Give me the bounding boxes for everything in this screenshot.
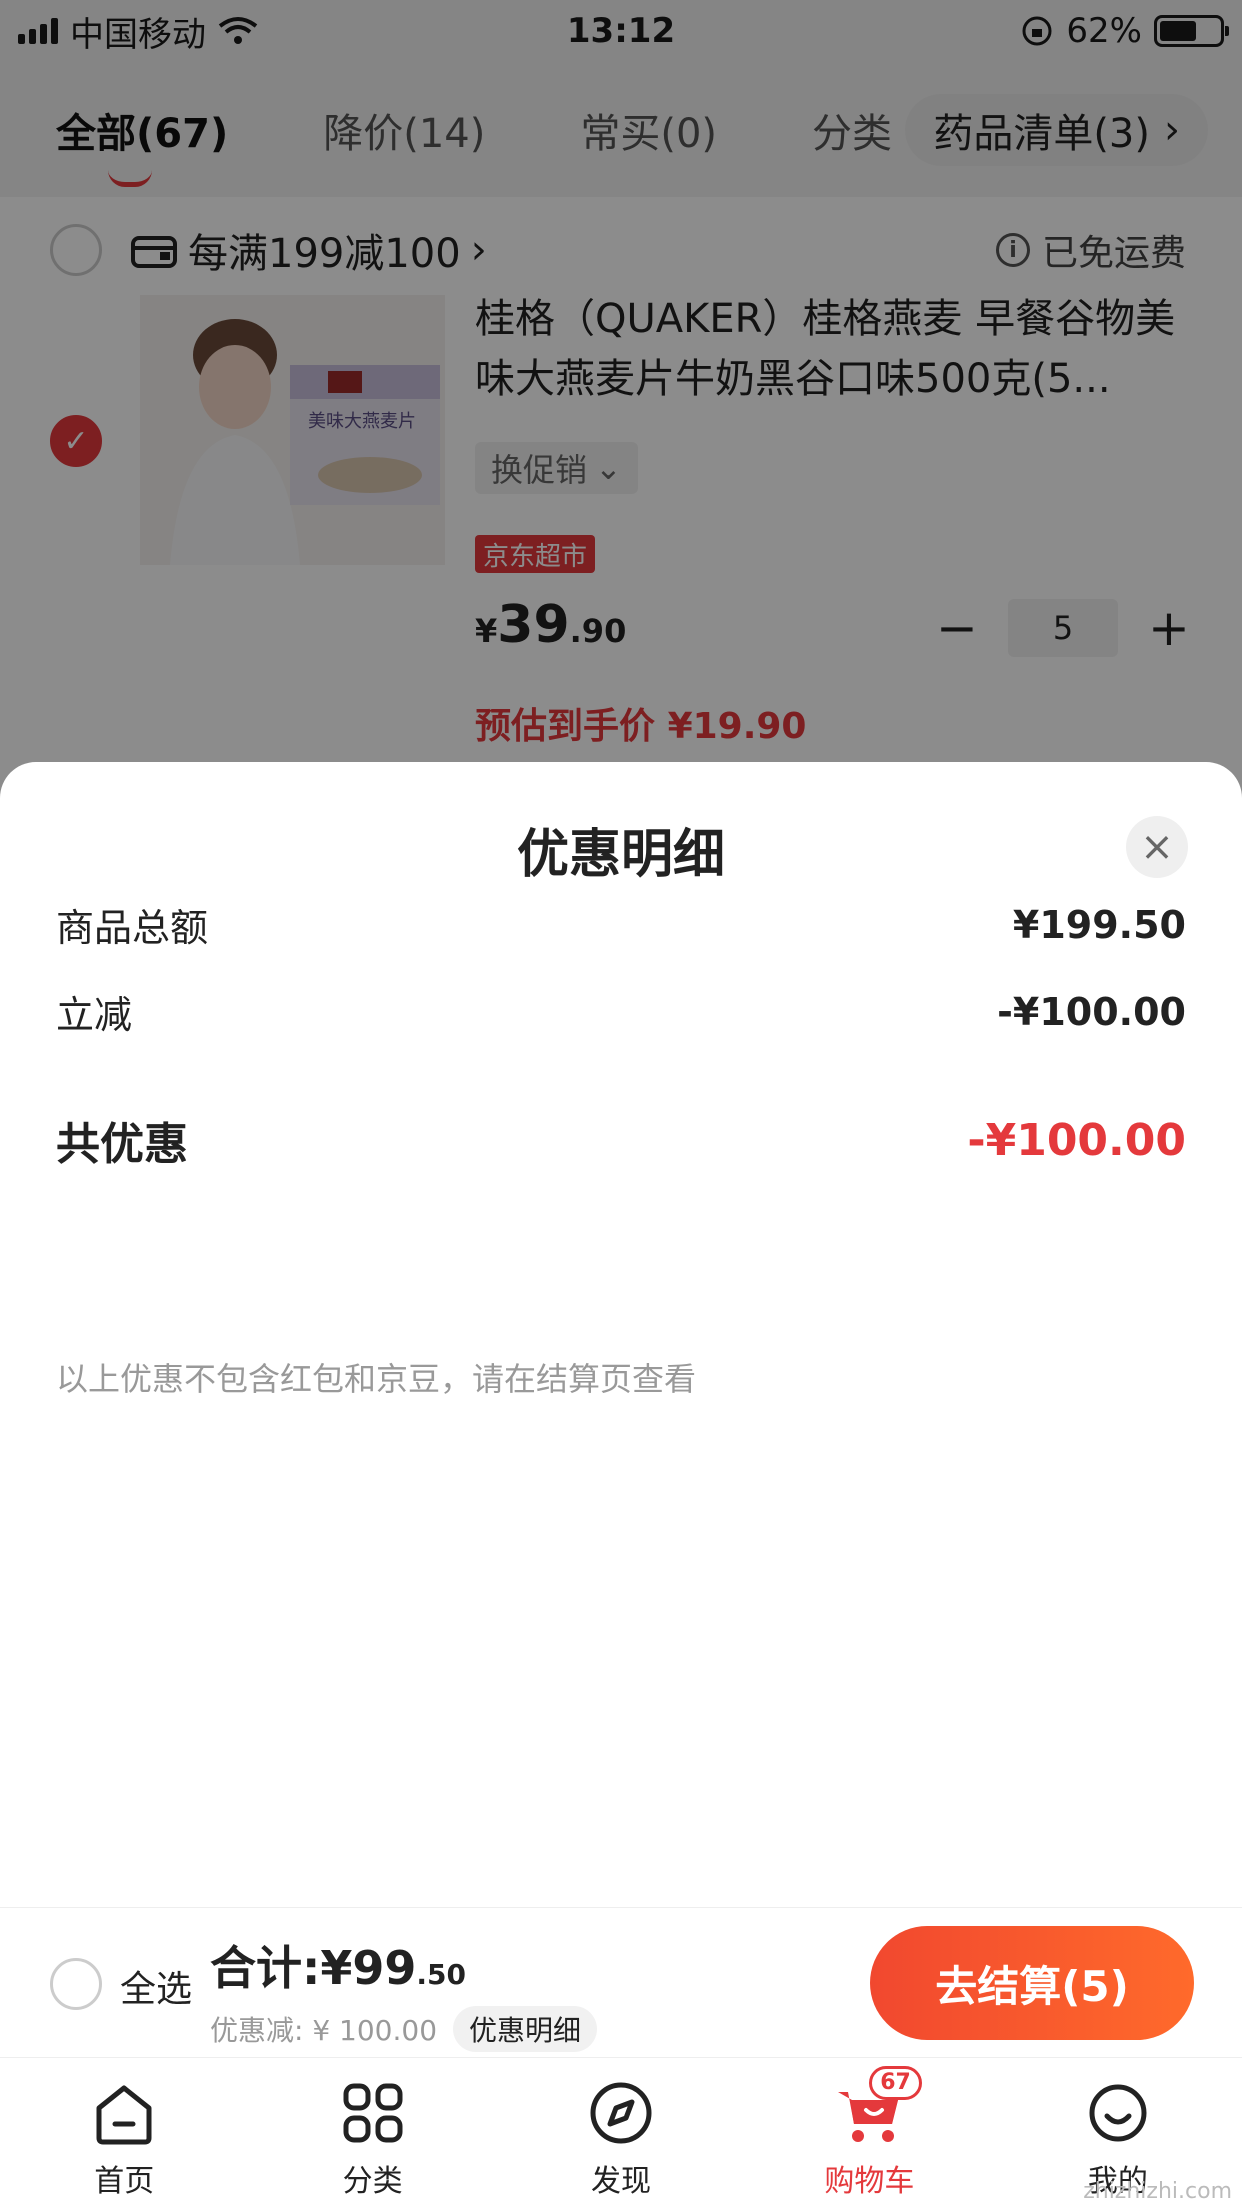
profile-icon [1089,2084,1147,2142]
tabbar-item-cart[interactable]: 67 购物车 [745,2058,993,2208]
tabbar-item-category[interactable]: 分类 [248,2058,496,2208]
close-icon: × [1140,824,1174,870]
total-discount-row: 共优惠 -¥100.00 [56,1108,1186,1172]
checkout-bar: 全选 合计:¥99.50 优惠减: ¥ 100.00 优惠明细 去结算(5) [0,1907,1242,2057]
tabbar-label-discover: 发现 [591,2164,652,2199]
instant-discount-label: 立减 [56,993,133,1037]
tabbar-label-cart: 购物车 [824,2164,915,2199]
instant-discount-row: 立减 -¥100.00 [56,984,1186,1039]
bottom-tab-bar: 首页 分类 发现 67 购物车 我的 zhizhizhi.com [0,2057,1242,2208]
discount-detail-button[interactable]: 优惠明细 [453,2006,598,2052]
cart-badge: 67 [869,2066,922,2100]
tabbar-label-category: 分类 [342,2164,403,2199]
close-button[interactable]: × [1126,816,1188,878]
discount-summary: 优惠减: ¥ 100.00 优惠明细 [210,2006,598,2052]
tabbar-label-home: 首页 [94,2164,155,2199]
total-price-cents: .50 [416,1958,467,1991]
home-icon [96,2085,152,2145]
instant-discount-amount: -¥100.00 [997,989,1186,1034]
tabbar-item-home[interactable]: 首页 [0,2058,248,2208]
category-icon [343,2083,403,2143]
total-price-main: 合计:¥99 [210,1941,417,1995]
subtotal-row: 商品总额 ¥199.50 [56,897,1186,952]
watermark: zhizhizhi.com [1083,2179,1232,2204]
select-all-label[interactable]: 全选 [120,1960,192,2012]
discount-summary-text: 优惠减: ¥ 100.00 [210,2014,438,2047]
total-price: 合计:¥99.50 [210,1932,466,1998]
checkout-button[interactable]: 去结算(5) [870,1926,1194,2040]
compass-icon [590,2082,652,2144]
total-discount-amount: -¥100.00 [967,1114,1186,1166]
sheet-title: 优惠明细 [516,825,725,885]
subtotal-label: 商品总额 [56,906,209,950]
subtotal-amount: ¥199.50 [1012,902,1186,947]
tabbar-item-discover[interactable]: 发现 [497,2058,745,2208]
select-all-checkbox[interactable] [50,1958,102,2010]
total-discount-label: 共优惠 [56,1119,188,1170]
discount-note: 以上优惠不包含红包和京豆，请在结算页查看 [56,1360,697,1398]
